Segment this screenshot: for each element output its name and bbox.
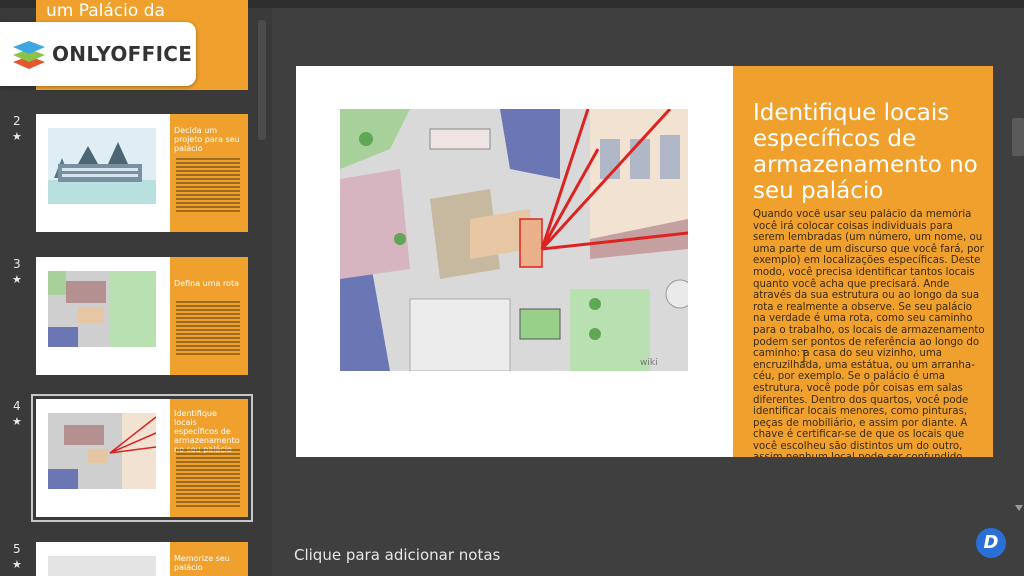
thumbnail-body-lines bbox=[176, 158, 240, 214]
star-icon: ★ bbox=[12, 415, 22, 428]
notes-placeholder[interactable]: Clique para adicionar notas bbox=[294, 546, 500, 564]
slide-text-panel: Identifique locais específicos de armaze… bbox=[733, 66, 993, 457]
thumbnail-title: Identifique locais específicos de armaze… bbox=[174, 409, 240, 454]
slide-thumbnail-5[interactable]: Memorize seu palácio bbox=[36, 542, 248, 576]
slide-title[interactable]: Identifique locais específicos de armaze… bbox=[753, 100, 983, 204]
city-map-illustration bbox=[48, 271, 156, 347]
scroll-down-arrow-icon[interactable] bbox=[1014, 500, 1024, 516]
thumbnail-scrollbar[interactable] bbox=[258, 20, 266, 140]
star-icon: ★ bbox=[12, 130, 22, 143]
thumbnail-title: Defina uma rota bbox=[174, 279, 239, 288]
thumbnail-title: Decida um projeto para seu palácio bbox=[174, 126, 240, 153]
editor-vertical-scrollbar[interactable] bbox=[1012, 118, 1024, 156]
thumbnail-title: Memorize seu palácio bbox=[174, 554, 230, 572]
thumbnail-body-lines bbox=[176, 449, 240, 509]
slide-number-3: 3 bbox=[13, 257, 21, 271]
d-logo-badge-icon: D bbox=[976, 528, 1006, 558]
brand-name: ONLYOFFICE bbox=[52, 42, 193, 66]
slide-number-4: 4 bbox=[13, 399, 21, 413]
slide-thumbnail-2[interactable]: Decida um projeto para seu palácio bbox=[36, 114, 248, 232]
slide-number-2: 2 bbox=[13, 114, 21, 128]
city-map-illustration bbox=[48, 413, 156, 489]
text-cursor-icon bbox=[801, 350, 807, 362]
onlyoffice-layers-icon bbox=[13, 41, 45, 69]
slide-number-5: 5 bbox=[13, 542, 21, 556]
star-icon: ★ bbox=[12, 273, 22, 286]
thumbnail-title: um Palácio da bbox=[46, 1, 165, 21]
thumbnail-body-lines bbox=[176, 301, 240, 357]
slide-thumbnail-4-selected[interactable]: Identifique locais específicos de armaze… bbox=[31, 394, 253, 522]
onlyoffice-logo: ONLYOFFICE bbox=[0, 22, 196, 86]
wikihow-watermark: wiki bbox=[640, 358, 658, 368]
slide-body-text[interactable]: Quando você usar seu palácio da memória … bbox=[753, 209, 985, 457]
star-icon: ★ bbox=[12, 558, 22, 571]
slide-thumbnail-3[interactable]: Defina uma rota bbox=[36, 257, 248, 375]
castle-illustration bbox=[48, 128, 156, 204]
current-slide[interactable]: wiki Identifique locais específicos de a… bbox=[296, 66, 993, 457]
city-map-illustration: wiki bbox=[340, 109, 688, 371]
